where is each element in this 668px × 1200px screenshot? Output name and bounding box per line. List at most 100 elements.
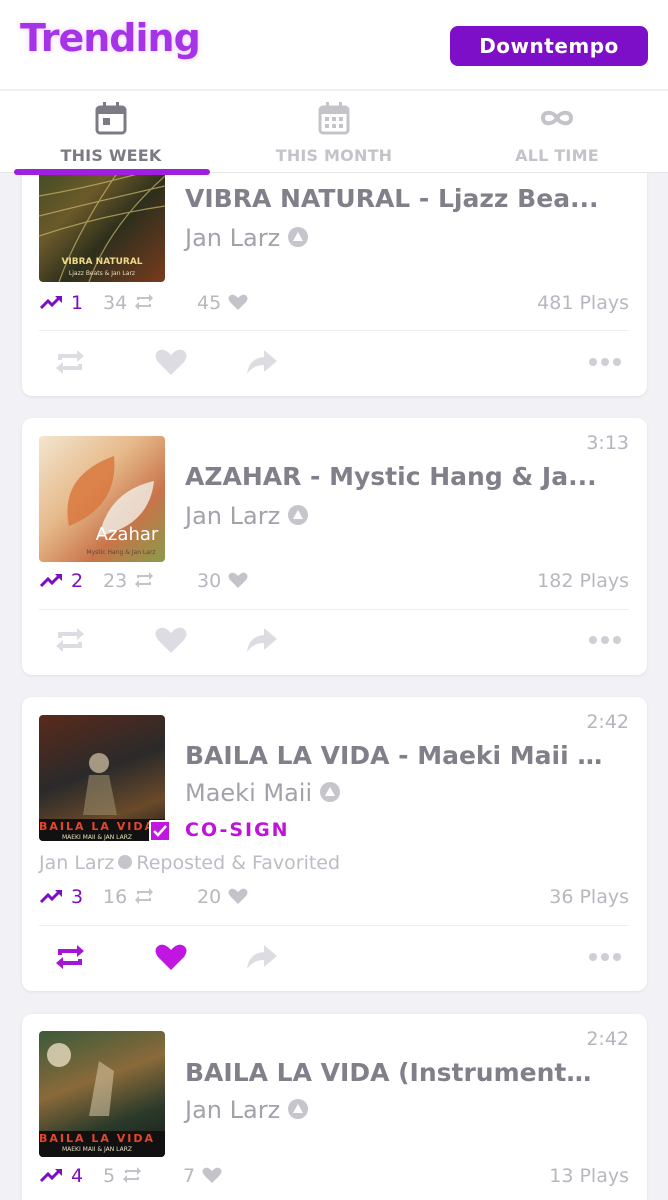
favorite-count: 30 (197, 570, 249, 592)
repost-text: Reposted & Favorited (136, 852, 341, 874)
more-options-button[interactable] (583, 937, 627, 977)
trending-rank: 3 (39, 886, 83, 908)
repost-icon (56, 628, 84, 652)
more-options-button[interactable] (583, 342, 627, 382)
favorite-count: 45 (197, 292, 249, 314)
album-art[interactable]: BAILA LA VIDA MAEKI MAII & JAN LARZ (39, 715, 165, 841)
rank-value: 3 (71, 886, 84, 908)
tab-this-month[interactable]: THIS MONTH (223, 91, 445, 173)
dancer-graphic: BAILA LA VIDA MAEKI MAII & JAN LARZ (39, 753, 165, 841)
track-title[interactable]: AZAHAR - Mystic Hang & Ja... (185, 462, 605, 491)
track-actions (22, 342, 647, 382)
artist-label: Jan Larz (185, 224, 281, 252)
favorite-count-value: 45 (197, 292, 222, 314)
ellipsis-icon (589, 953, 621, 961)
favorite-button[interactable] (149, 937, 193, 977)
track-title[interactable]: VIBRA NATURAL - Ljazz Bea... (185, 184, 605, 213)
heart-icon (155, 627, 187, 653)
artist-name[interactable]: Jan Larz (185, 1096, 309, 1124)
artist-name[interactable]: Maeki Maii (185, 779, 341, 807)
favorite-count-value: 30 (197, 570, 222, 592)
track-title[interactable]: BAILA LA VIDA (Instrumenta... (185, 1058, 605, 1087)
trending-rank: 2 (39, 570, 83, 592)
repost-small-icon (123, 1166, 142, 1183)
favorite-button[interactable] (149, 620, 193, 660)
track-duration: 2:42 (586, 711, 629, 733)
share-arrow-icon (247, 628, 277, 652)
card-divider (39, 330, 629, 331)
repost-count-value: 34 (103, 292, 128, 314)
artist-name[interactable]: Jan Larz (185, 224, 309, 252)
favorite-button[interactable] (149, 342, 193, 382)
card-divider (39, 609, 629, 610)
heart-small-icon (228, 294, 248, 310)
art-subtitle: MAEKI MAII & JAN LARZ (62, 1146, 132, 1153)
album-art[interactable]: Azahar Mystic Hang & Jan Larz (39, 436, 165, 562)
track-card[interactable]: 2:42 BAILA LA VIDA MAEKI MAII & JAN LARZ… (22, 1014, 647, 1200)
repost-button[interactable] (48, 937, 92, 977)
repost-small-icon (135, 293, 154, 310)
cosign-check-icon (149, 820, 171, 842)
infinity-icon (540, 110, 574, 126)
play-count: 36 Plays (549, 886, 629, 908)
genre-filter-button[interactable]: Downtempo (450, 26, 648, 66)
play-count: 182 Plays (537, 570, 629, 592)
repost-count-value: 23 (103, 570, 128, 592)
heart-icon (155, 944, 187, 970)
heart-small-icon (202, 1167, 222, 1183)
verified-badge-icon (118, 854, 133, 869)
artist-name[interactable]: Jan Larz (185, 502, 309, 530)
track-stats: 3 16 20 36 Plays (39, 886, 629, 912)
active-tab-indicator (14, 169, 210, 175)
card-divider (39, 925, 629, 926)
trending-up-icon (39, 1168, 62, 1182)
track-duration: 2:42 (586, 1028, 629, 1050)
share-button[interactable] (240, 620, 284, 660)
art-title: BAILA LA VIDA (39, 820, 155, 833)
album-art[interactable]: BAILA LA VIDA MAEKI MAII & JAN LARZ (39, 1031, 165, 1157)
ellipsis-icon (589, 636, 621, 644)
checkmark-icon (153, 825, 167, 837)
repost-info[interactable]: Jan Larz Reposted & Favorited (39, 852, 340, 874)
trending-feed[interactable]: VIBRA NATURAL Ljazz Beats & Jan Larz VIB… (0, 0, 668, 1200)
track-duration: 3:13 (586, 432, 629, 454)
trending-up-icon (39, 295, 62, 309)
art-subtitle: MAEKI MAII & JAN LARZ (62, 834, 132, 841)
repost-icon (56, 945, 84, 969)
play-count: 481 Plays (537, 292, 629, 314)
calendar-day-icon (95, 102, 127, 135)
track-stats: 4 5 7 13 Plays (39, 1165, 629, 1191)
repost-icon (56, 350, 84, 374)
share-arrow-icon (247, 350, 277, 374)
trending-rank: 4 (39, 1165, 83, 1187)
track-actions (22, 620, 647, 660)
repost-button[interactable] (48, 342, 92, 382)
share-button[interactable] (240, 937, 284, 977)
repost-small-icon (135, 571, 154, 588)
art-title: Azahar (96, 524, 159, 545)
tab-this-week[interactable]: THIS WEEK (0, 91, 222, 173)
repost-count: 23 (103, 570, 155, 592)
track-card[interactable]: 2:42 BAILA LA VIDA MAEKI MAII & JAN LARZ… (22, 697, 647, 991)
repost-small-icon (135, 887, 154, 904)
repost-count-value: 16 (103, 886, 128, 908)
favorite-count: 20 (197, 886, 249, 908)
track-card[interactable]: 3:13 Azahar Mystic Hang & Jan Larz AZAHA… (22, 418, 647, 675)
heart-icon (155, 349, 187, 375)
track-title[interactable]: BAILA LA VIDA - Maeki Maii ... (185, 741, 605, 770)
repost-user[interactable]: Jan Larz (39, 852, 114, 874)
art-title: VIBRA NATURAL (61, 257, 142, 267)
ellipsis-icon (589, 358, 621, 366)
favorite-count: 7 (183, 1165, 223, 1187)
page-title: Trending (20, 16, 201, 60)
verified-badge-icon (288, 505, 309, 525)
artist-label: Jan Larz (185, 502, 281, 530)
repost-button[interactable] (48, 620, 92, 660)
tab-all-time[interactable]: ALL TIME (446, 91, 668, 173)
more-options-button[interactable] (583, 620, 627, 660)
calendar-month-icon (318, 102, 350, 135)
track-stats: 1 34 45 481 Plays (39, 292, 629, 318)
time-range-tabs: THIS WEEK THIS MONTH ALL TIME (0, 91, 668, 173)
repost-count: 16 (103, 886, 155, 908)
share-button[interactable] (240, 342, 284, 382)
